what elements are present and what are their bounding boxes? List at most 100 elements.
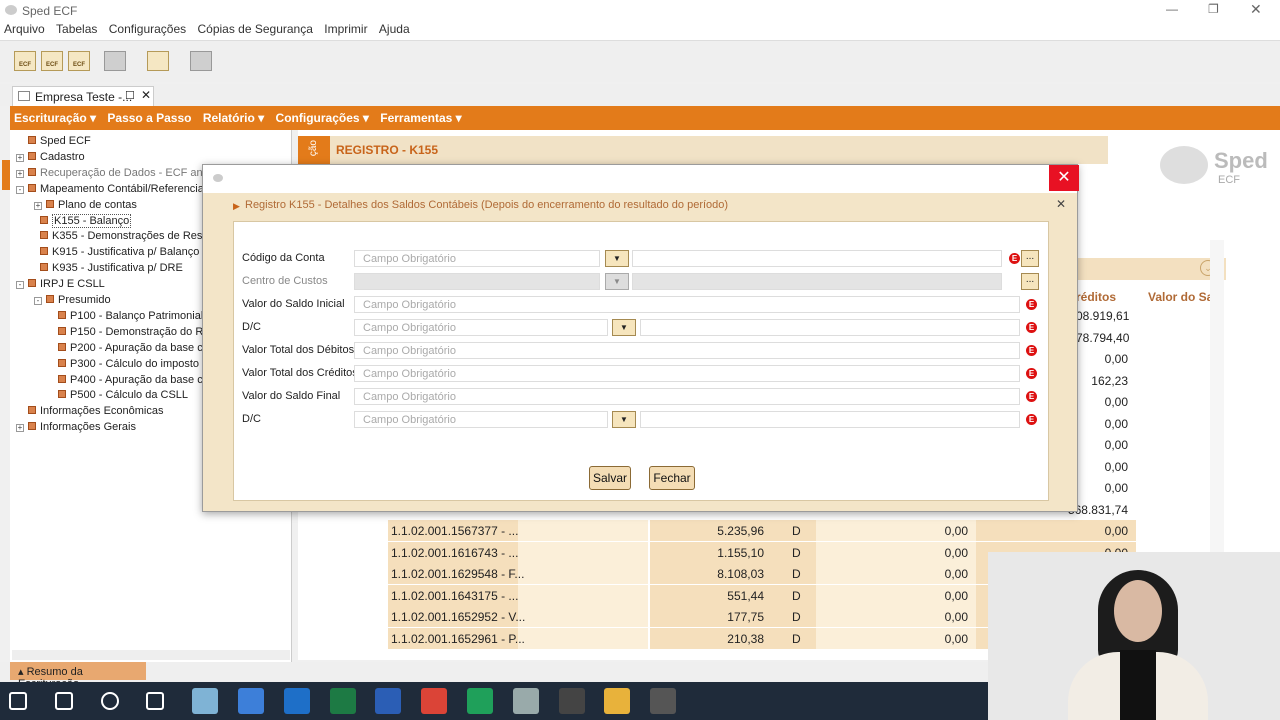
resumo-escrituracao-tab[interactable]: ▴ Resumo da Escrituração <box>10 662 146 690</box>
minimize-icon[interactable]: — <box>1166 2 1178 16</box>
shield-icon[interactable] <box>467 688 493 714</box>
maximize-tab-icon[interactable]: ☐ <box>125 89 135 102</box>
task-view-icon[interactable] <box>146 692 165 710</box>
menu-passo-a-passo[interactable]: Passo a Passo <box>107 106 191 125</box>
folder-icon[interactable] <box>604 688 631 714</box>
close-window-icon[interactable]: ✕ <box>1250 1 1262 18</box>
value-input[interactable]: Campo Obrigatório <box>354 365 1020 382</box>
home-icon[interactable] <box>104 51 126 71</box>
tree-item[interactable]: K155 - Balanço <box>34 213 132 228</box>
account-cell: 1.1.02.001.1652961 - P... <box>391 631 525 646</box>
tree-toggle-icon[interactable]: + <box>16 153 24 162</box>
folder-icon <box>28 406 36 415</box>
credit-value-cell: 0,00 <box>1104 438 1128 452</box>
calculator-icon[interactable] <box>650 688 677 714</box>
close-tab-icon[interactable]: ✕ <box>141 88 151 102</box>
app-icon <box>5 5 17 15</box>
menu-relatorio[interactable]: Relatório ▾ <box>203 106 264 125</box>
menu-tabelas[interactable]: Tabelas <box>56 22 97 36</box>
account-code-input[interactable]: Campo Obrigatório <box>354 250 600 267</box>
register-side-tab[interactable]: ção <box>298 136 330 164</box>
field-label: Valor Total dos Débitos <box>242 344 355 356</box>
tree-item[interactable]: + Cadastro <box>16 151 85 163</box>
tree-item[interactable]: - Mapeamento Contábil/Referencial <box>16 183 206 195</box>
tree-item[interactable]: Sped ECF <box>16 135 91 147</box>
open-ecf-button[interactable]: ECF <box>68 51 90 71</box>
new-ecf-button[interactable]: ECF <box>14 51 36 71</box>
tree-item[interactable]: P400 - Apuração da base c <box>52 374 203 386</box>
tree-item[interactable]: P500 - Cálculo da CSLL <box>52 389 188 401</box>
value-input[interactable]: Campo Obrigatório <box>354 342 1020 359</box>
table-row[interactable]: 1.1.02.001.1567377 - ... 5.235,96 D 0,00 0,0… <box>388 520 1218 541</box>
dc-cell: D <box>792 567 801 581</box>
dialog-inner-close-icon[interactable]: ✕ <box>1056 197 1066 211</box>
chrome-icon[interactable] <box>421 688 448 714</box>
value-input[interactable]: Campo Obrigatório <box>354 388 1020 405</box>
tree-item[interactable]: P150 - Demonstração do R <box>52 326 203 338</box>
tree-item[interactable]: + Informações Gerais <box>16 421 136 433</box>
tree-item[interactable]: P100 - Balanço Patrimonial <box>52 310 203 322</box>
todo-icon[interactable] <box>238 688 264 714</box>
dialog-close-button[interactable]: ✕ <box>1049 165 1079 191</box>
tree-item[interactable]: - IRPJ E CSLL <box>16 278 105 290</box>
tree-toggle-icon[interactable]: + <box>16 424 24 433</box>
value-input[interactable]: Campo Obrigatório <box>354 296 1020 313</box>
menu-configuracoes-orange[interactable]: Configurações ▾ <box>276 106 369 125</box>
close-button[interactable]: Fechar <box>649 466 695 490</box>
tree-item-label: Informações Gerais <box>40 421 136 434</box>
tree-toggle-icon[interactable]: - <box>16 185 24 194</box>
lookup-button[interactable]: ... <box>1021 273 1039 290</box>
tree-item[interactable]: K915 - Justificativa p/ Balanço <box>34 246 199 258</box>
validate-icon[interactable] <box>190 51 212 71</box>
excel-icon[interactable] <box>329 688 356 714</box>
save-button[interactable]: Salvar <box>589 466 631 490</box>
menu-configuracoes[interactable]: Configurações <box>109 22 186 36</box>
tree-toggle-icon[interactable]: + <box>34 201 42 210</box>
folder-icon <box>58 374 66 383</box>
tab-strip <box>0 84 1280 106</box>
debitos-cell: 0,00 <box>944 567 968 581</box>
tree-item[interactable]: + Recuperação de Dados - ECF anter <box>16 167 215 179</box>
lookup-button[interactable]: ... <box>1021 250 1039 267</box>
description-input[interactable] <box>632 250 1002 267</box>
tree-toggle-icon[interactable]: + <box>16 169 24 178</box>
account-code-input[interactable] <box>354 273 600 290</box>
dropdown-button[interactable]: ▼ <box>605 273 629 290</box>
tree-item[interactable]: P300 - Cálculo do imposto c <box>52 358 208 370</box>
dropdown-button[interactable]: ▼ <box>612 319 636 336</box>
tree-item[interactable]: K355 - Demonstrações de Resu <box>34 230 209 242</box>
import-ecf-button[interactable]: ECF <box>41 51 63 71</box>
windows-icon[interactable] <box>9 692 27 710</box>
dc-select[interactable]: Campo Obrigatório <box>354 319 608 336</box>
word-icon[interactable] <box>375 688 402 714</box>
collapse-left-icon[interactable] <box>2 160 10 190</box>
tree-toggle-icon[interactable]: - <box>16 281 24 290</box>
tab-empresa[interactable]: Empresa Teste -... ☐ ✕ <box>12 86 154 106</box>
tree-scrollbar[interactable] <box>12 650 290 660</box>
outlook-icon[interactable] <box>283 688 310 714</box>
messenger-icon[interactable] <box>558 688 585 714</box>
dropdown-button[interactable]: ▼ <box>605 250 629 267</box>
menu-ferramentas[interactable]: Ferramentas ▾ <box>380 106 461 125</box>
menu-ajuda[interactable]: Ajuda <box>379 22 410 36</box>
menu-arquivo[interactable]: Arquivo <box>4 22 45 36</box>
tree-item[interactable]: P200 - Apuração da base c <box>52 342 203 354</box>
dc-select[interactable]: Campo Obrigatório <box>354 411 608 428</box>
tree-toggle-icon[interactable]: - <box>34 297 42 305</box>
search-icon[interactable] <box>54 692 73 710</box>
menu-escrituracao[interactable]: Escrituração ▾ <box>14 106 96 125</box>
edit-icon[interactable] <box>147 51 169 71</box>
sped-icon[interactable] <box>512 688 539 714</box>
tree-item[interactable]: Informações Econômicas <box>16 405 164 417</box>
app-icon[interactable] <box>192 688 219 714</box>
cortana-icon[interactable] <box>100 692 119 710</box>
tree-item[interactable]: + Plano de contas <box>34 199 137 211</box>
tree-item[interactable]: - Presumido <box>34 294 111 306</box>
description-input[interactable] <box>632 273 1002 290</box>
tree-item[interactable]: K935 - Justificativa p/ DRE <box>34 262 183 274</box>
restore-icon[interactable]: ❐ <box>1208 2 1219 16</box>
window-title: Sped ECF <box>22 4 78 18</box>
menu-copias[interactable]: Cópias de Segurança <box>197 22 312 36</box>
dropdown-button[interactable]: ▼ <box>612 411 636 428</box>
menu-imprimir[interactable]: Imprimir <box>324 22 367 36</box>
